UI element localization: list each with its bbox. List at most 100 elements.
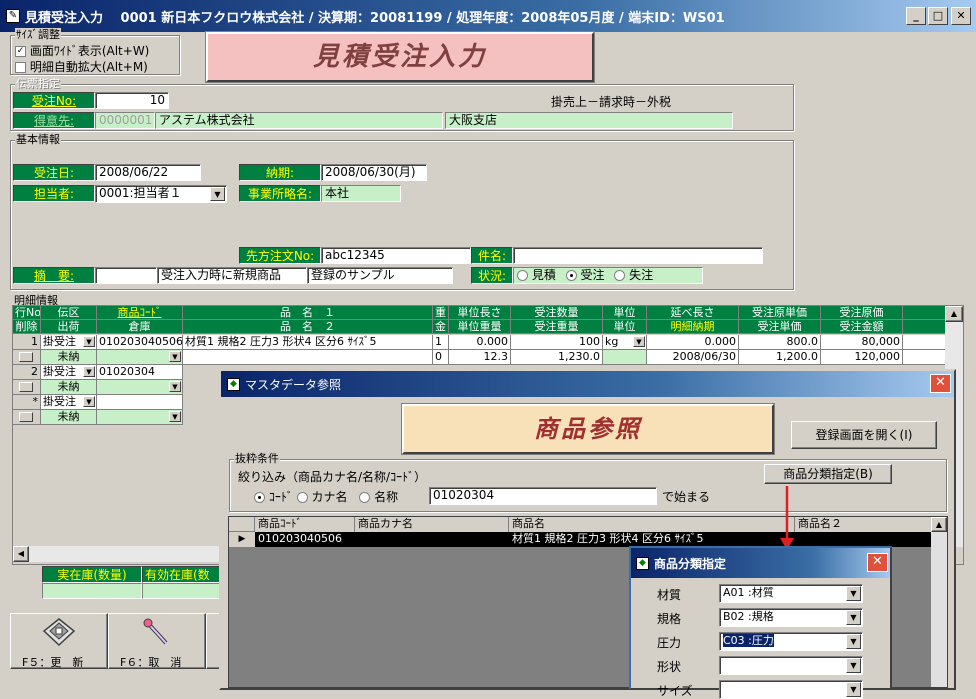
- category-close-button[interactable]: ✕: [867, 553, 888, 572]
- result-col-name2[interactable]: 商品名２: [795, 517, 931, 532]
- summary-text2-input[interactable]: 登録のサンプル: [307, 267, 453, 284]
- master-ref-title-bar: ◆ マスタデータ参照: [221, 371, 954, 397]
- chevron-down-icon[interactable]: ▼: [210, 187, 225, 201]
- row-weight-flag[interactable]: 1: [433, 335, 449, 350]
- order-no-input[interactable]: 10: [95, 92, 169, 109]
- grid-hscroll-track[interactable]: [29, 546, 229, 562]
- chevron-down-icon[interactable]: ▼: [846, 658, 861, 673]
- category-spec-button[interactable]: 商品分類指定(B): [764, 464, 892, 484]
- row-delete-checkbox-cell[interactable]: [13, 410, 41, 425]
- result-col-code[interactable]: 商品ｺｰﾄﾞ: [255, 517, 355, 532]
- due-date-label: 納期:: [239, 164, 321, 181]
- results-scroll-up[interactable]: ▲: [931, 517, 947, 532]
- due-date-input[interactable]: 2008/06/30(月): [321, 164, 427, 181]
- chevron-down-icon[interactable]: ▼: [169, 351, 181, 362]
- chevron-down-icon[interactable]: ▼: [169, 411, 181, 422]
- row-den-kubun-select[interactable]: 掛受注 ▼: [41, 335, 97, 350]
- row-unit-weight[interactable]: 12.3: [449, 350, 511, 365]
- row-delete-checkbox[interactable]: [19, 352, 33, 362]
- row-warehouse-select[interactable]: ▼: [97, 380, 183, 395]
- category-field-select[interactable]: A01 :材質 ▼: [719, 584, 863, 603]
- result-row-selector[interactable]: ▶: [229, 532, 255, 547]
- status-radio-order[interactable]: [565, 270, 577, 281]
- status-radio-lost[interactable]: [614, 270, 626, 281]
- wide-display-checkbox[interactable]: ✓ 画面ﾜｲﾄﾞ表示(Alt+W): [15, 42, 149, 59]
- wide-display-check[interactable]: ✓: [15, 46, 26, 57]
- category-title-bar: ◆ 商品分類指定: [631, 548, 890, 578]
- filter-radio-name[interactable]: [359, 492, 371, 503]
- status-radio-estimate[interactable]: [517, 270, 528, 281]
- grid-header-1-7: 単位: [603, 306, 647, 320]
- row-number: 1: [13, 335, 41, 350]
- row-cost-price[interactable]: 800.0: [739, 335, 821, 350]
- category-field-select[interactable]: ▼: [719, 656, 863, 675]
- order-no-label[interactable]: 受注No:: [13, 92, 95, 109]
- result-col-name[interactable]: 商品名: [509, 517, 795, 532]
- row-product-code-input[interactable]: [97, 395, 183, 410]
- row-warehouse-select[interactable]: ▼: [97, 350, 183, 365]
- window-title: 見積受注入力 0001 新日本フクロウ株式会社 / 決算期：20081199 /…: [25, 10, 725, 26]
- result-row-header-corner: [229, 517, 255, 532]
- order-date-input[interactable]: 2008/06/22: [95, 164, 201, 181]
- chevron-down-icon[interactable]: ▼: [83, 366, 95, 377]
- chevron-down-icon[interactable]: ▼: [169, 381, 181, 392]
- page-banner: 見積受注入力: [206, 32, 594, 82]
- grid-header-2-7: 単位: [603, 320, 647, 334]
- row-den-kubun-select[interactable]: 掛受注 ▼: [41, 365, 97, 380]
- summary-text-input[interactable]: 受注入力時に新規商品: [157, 267, 307, 284]
- grid-scroll-left[interactable]: ◀: [13, 546, 29, 562]
- summary-label[interactable]: 摘 要:: [13, 267, 95, 284]
- customer-label[interactable]: 得意先:: [13, 112, 95, 129]
- result-col-kana[interactable]: 商品カナ名: [355, 517, 509, 532]
- row-due-date[interactable]: 2008/06/30: [647, 350, 739, 365]
- grid-scroll-up[interactable]: ▲: [945, 306, 963, 322]
- row-product-code-input[interactable]: 010203040506: [97, 335, 183, 350]
- chevron-down-icon[interactable]: ▼: [83, 336, 95, 347]
- chevron-down-icon[interactable]: ▼: [83, 396, 95, 407]
- chevron-down-icon[interactable]: ▼: [846, 634, 861, 649]
- filter-input[interactable]: 01020304: [429, 487, 657, 505]
- row-product-code-input[interactable]: 01020304: [97, 365, 183, 380]
- open-register-button[interactable]: 登録画面を開く(I): [791, 421, 937, 449]
- auto-expand-checkbox[interactable]: 明細自動拡大(Alt+M): [15, 58, 148, 75]
- row-order-weight: 1,230.0: [511, 350, 603, 365]
- row-unit-length[interactable]: 0.000: [449, 335, 511, 350]
- row-delete-checkbox-cell[interactable]: [13, 350, 41, 365]
- category-field-select[interactable]: B02 :規格 ▼: [719, 608, 863, 627]
- chevron-down-icon[interactable]: ▼: [846, 586, 861, 601]
- summary-code-input[interactable]: [95, 267, 157, 284]
- row-weight-flag2[interactable]: 0: [433, 350, 449, 365]
- auto-expand-check[interactable]: [15, 62, 26, 73]
- row-shipment-status: 未納: [41, 350, 97, 365]
- row-unit-price[interactable]: 1,200.0: [739, 350, 821, 365]
- category-field-label: 材質: [657, 588, 682, 602]
- chevron-down-icon[interactable]: ▼: [633, 336, 645, 347]
- row-unit-select[interactable]: kg ▼: [603, 335, 647, 350]
- page-banner-text: 見積受注入力: [312, 42, 487, 72]
- chevron-down-icon[interactable]: ▼: [846, 610, 861, 625]
- maximize-button[interactable]: □: [928, 7, 948, 25]
- row-delete-checkbox-cell[interactable]: [13, 380, 41, 395]
- filter-radio-kana[interactable]: [296, 492, 308, 503]
- row-amount: 120,000: [821, 350, 903, 365]
- row-delete-checkbox[interactable]: [19, 382, 33, 392]
- master-ref-close-button[interactable]: ✕: [930, 374, 951, 393]
- row-delete-checkbox[interactable]: [19, 412, 33, 422]
- row-warehouse-select[interactable]: ▼: [97, 410, 183, 425]
- filter-radio-code[interactable]: [254, 492, 265, 503]
- row-quantity[interactable]: 100: [511, 335, 603, 350]
- master-ref-title: マスタデータ参照: [245, 377, 342, 392]
- status-label: 状況:: [471, 267, 513, 284]
- minimize-button[interactable]: _: [906, 7, 926, 25]
- result-row[interactable]: 010203040506 材質1 規格2 圧力3 形状4 区分6 ｻｲｽﾞ5: [255, 532, 931, 547]
- subject-input[interactable]: [513, 247, 763, 264]
- category-field-select[interactable]: C03 :圧力 ▼: [719, 632, 863, 651]
- filter-option-kana: カナ名: [311, 490, 348, 504]
- customer-order-input[interactable]: abc12345: [321, 247, 471, 264]
- customer-code-input[interactable]: 0000001: [95, 112, 155, 129]
- row-den-kubun-select[interactable]: 掛受注 ▼: [41, 395, 97, 410]
- results-vscroll-track[interactable]: [931, 532, 947, 687]
- size-adjust-label: ｻｲｽﾞ調整: [15, 28, 61, 42]
- close-button[interactable]: ✕: [951, 7, 971, 25]
- staff-select[interactable]: 0001:担当者１ ▼: [95, 185, 227, 203]
